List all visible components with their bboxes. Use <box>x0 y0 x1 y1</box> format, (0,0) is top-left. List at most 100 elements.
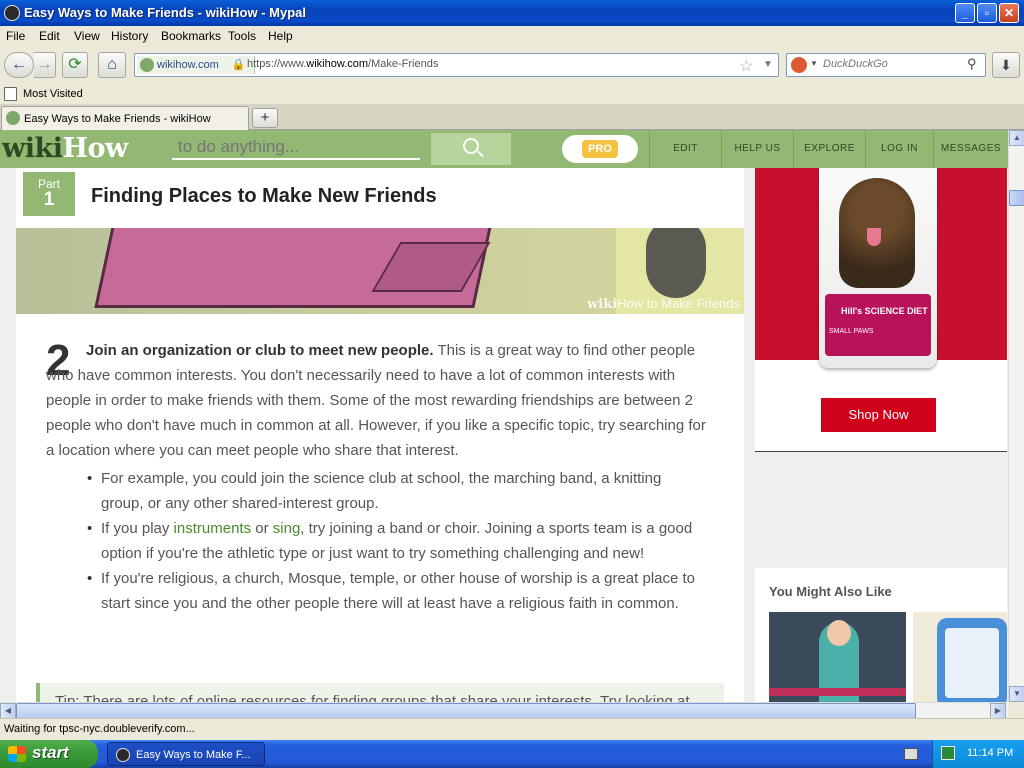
mypal-app-icon <box>116 748 130 762</box>
part-title: Finding Places to Make New Friends <box>91 185 437 207</box>
advertisement[interactable]: Hill's SCIENCE DIET SMALL PAWS Shop Now <box>755 168 1007 452</box>
menu-file[interactable]: File <box>6 29 25 43</box>
minimize-button[interactable]: _ <box>955 3 975 23</box>
scroll-down-arrow-icon[interactable]: ▼ <box>1009 686 1024 702</box>
taskbar-window-button[interactable]: Easy Ways to Make F... <box>107 742 265 766</box>
forward-arrow-icon[interactable]: → <box>34 52 56 78</box>
list-item: If you're religious, a church, Mosque, t… <box>87 566 701 616</box>
wikihow-search-input[interactable] <box>172 136 420 160</box>
horizontal-scrollbar[interactable]: ◀ ▶ <box>0 702 1008 719</box>
taskbar-window-label: Easy Ways to Make F... <box>136 749 251 761</box>
url-history-dropdown-icon[interactable]: ▼ <box>763 59 773 70</box>
menu-view[interactable]: View <box>74 29 100 43</box>
menu-history[interactable]: History <box>111 29 148 43</box>
menu-bar: File Edit View History Bookmarks Tools H… <box>0 26 1024 46</box>
related-article-card[interactable] <box>913 612 1007 702</box>
download-icon[interactable]: ⬇ <box>992 52 1020 78</box>
search-icon[interactable]: ⚲ <box>967 56 977 72</box>
clock[interactable]: 11:14 PM <box>967 747 1013 759</box>
shop-now-button[interactable]: Shop Now <box>821 398 936 432</box>
step-headline: Join an organization or club to meet new… <box>86 342 434 359</box>
bullet-text: If you play <box>101 520 174 537</box>
page-viewport: wikiHow PRO EDIT HELP US EXPLORE LOG IN … <box>0 130 1008 702</box>
bookmark-star-icon[interactable]: ☆ <box>739 56 753 76</box>
keyboard-icon[interactable] <box>904 748 918 760</box>
window-title-bar: Easy Ways to Make Friends - wikiHow - My… <box>0 0 1024 26</box>
tab-make-friends[interactable]: Easy Ways to Make Friends - wikiHow <box>1 106 249 130</box>
logo-wiki: wiki <box>2 133 63 164</box>
navigation-toolbar: ← → ⟳ ⌂ wikihow.com 🔒 https://www.wikiho… <box>0 46 1024 84</box>
bag-label <box>825 294 931 356</box>
tab-favicon-icon <box>6 111 20 125</box>
url-bar[interactable]: wikihow.com 🔒 https://www.wikihow.com/Ma… <box>134 53 779 77</box>
person-illustration <box>646 228 706 298</box>
wikihow-watermark: wikiHow to Make Friends <box>587 296 740 312</box>
watermark-how-to: How to Make Friends <box>617 296 740 311</box>
tip-text: Tip: There are lots of online resources … <box>55 693 690 702</box>
tip-box: Tip: There are lots of online resources … <box>36 683 724 702</box>
scroll-right-arrow-icon[interactable]: ▶ <box>990 703 1006 719</box>
engine-dropdown-icon[interactable]: ▼ <box>810 59 818 68</box>
nav-messages[interactable]: MESSAGES <box>933 130 1008 168</box>
wikihow-logo[interactable]: wikiHow <box>2 133 128 164</box>
home-icon[interactable]: ⌂ <box>98 52 126 78</box>
step-text: Join an organization or club to meet new… <box>46 338 706 463</box>
step-illustration[interactable]: wikiHow to Make Friends <box>16 228 744 314</box>
back-arrow-icon[interactable]: ← <box>4 52 34 78</box>
nav-explore[interactable]: EXPLORE <box>793 130 865 168</box>
bullet-text: or <box>251 520 273 537</box>
vertical-scrollbar[interactable]: ▲ ▼ <box>1008 130 1024 702</box>
bookmarks-toolbar: Most Visited <box>0 84 1024 104</box>
reload-icon[interactable]: ⟳ <box>62 52 88 78</box>
you-might-also-like-panel: You Might Also Like <box>755 568 1007 702</box>
site-identity-button[interactable]: wikihow.com 🔒 <box>137 56 255 74</box>
watermark-wiki: wiki <box>587 297 618 312</box>
start-button[interactable]: start <box>0 740 98 768</box>
most-visited-folder-icon <box>4 87 17 101</box>
site-favicon-icon <box>140 58 154 72</box>
nav-help-us[interactable]: HELP US <box>721 130 793 168</box>
window-title: Easy Ways to Make Friends - wikiHow - My… <box>24 5 306 20</box>
dog-food-bag-image: Hill's SCIENCE DIET SMALL PAWS <box>819 168 937 368</box>
url-domain: wikihow.com <box>306 58 369 70</box>
url-text[interactable]: https://www.wikihow.com/Make-Friends <box>247 58 438 70</box>
part-badge: Part 1 <box>23 172 75 216</box>
instruments-link[interactable]: instruments <box>174 520 252 537</box>
step-bullet-list: For example, you could join the science … <box>87 466 701 616</box>
search-bar: ▼ ⚲ <box>786 53 986 77</box>
new-tab-button[interactable]: + <box>252 108 278 128</box>
menu-bookmarks[interactable]: Bookmarks <box>161 29 221 43</box>
start-label: start <box>32 743 69 762</box>
network-icon[interactable] <box>941 746 955 760</box>
duckduckgo-engine-icon[interactable] <box>791 57 807 73</box>
status-bar: Waiting for tpsc-nyc.doubleverify.com... <box>0 718 1024 740</box>
sing-link[interactable]: sing <box>273 520 301 537</box>
windows-taskbar: start Easy Ways to Make F... 11:14 PM <box>0 740 1024 768</box>
scroll-left-arrow-icon[interactable]: ◀ <box>0 703 16 719</box>
close-window-button[interactable]: ✕ <box>999 3 1019 23</box>
url-prefix: https://www. <box>247 58 307 70</box>
most-visited-bookmark[interactable]: Most Visited <box>23 88 83 100</box>
wikihow-search-button[interactable] <box>431 133 511 165</box>
pro-button[interactable]: PRO <box>562 135 638 163</box>
dog-tongue <box>867 228 881 246</box>
maximize-button[interactable]: ▫ <box>977 3 997 23</box>
scrollbar-corner <box>1008 702 1024 718</box>
nav-edit[interactable]: EDIT <box>649 130 721 168</box>
search-input[interactable] <box>823 58 963 70</box>
menu-help[interactable]: Help <box>268 29 293 43</box>
site-identity-label: wikihow.com <box>157 59 219 71</box>
scroll-up-arrow-icon[interactable]: ▲ <box>1009 130 1024 146</box>
windows-logo-icon <box>8 746 26 762</box>
vertical-scroll-thumb[interactable] <box>1009 190 1024 206</box>
system-tray: 11:14 PM <box>932 740 1024 768</box>
tab-label: Easy Ways to Make Friends - wikiHow <box>24 113 211 125</box>
menu-edit[interactable]: Edit <box>39 29 60 43</box>
related-article-card[interactable] <box>769 612 906 702</box>
card-illustration-face <box>827 620 851 646</box>
step-body: This is a great way to find other people… <box>46 342 706 459</box>
logo-how: How <box>62 133 128 164</box>
nav-log-in[interactable]: LOG IN <box>865 130 933 168</box>
menu-tools[interactable]: Tools <box>228 29 256 43</box>
horizontal-scroll-thumb[interactable] <box>16 703 916 719</box>
